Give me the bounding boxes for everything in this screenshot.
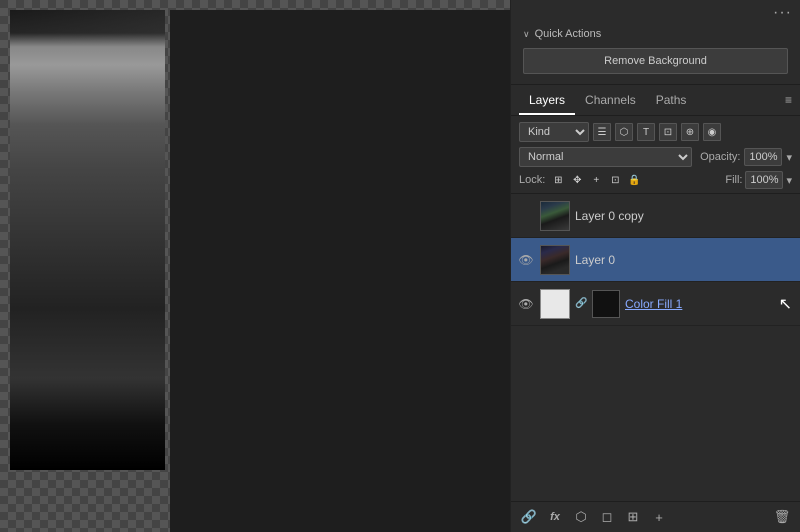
canvas-dark-background <box>170 10 510 532</box>
layer-name-layer0-copy: Layer 0 copy <box>575 209 794 223</box>
layer-visibility-layer0[interactable]: 👁 <box>517 253 535 267</box>
filter-icon-pixel[interactable]: ⬡ <box>615 123 633 141</box>
fill-chevron[interactable]: ▾ <box>786 174 792 187</box>
lock-move-icon[interactable]: ✥ <box>569 172 585 188</box>
canvas-photo <box>10 10 165 470</box>
canvas-area <box>0 0 510 532</box>
layer-item-colorfill1[interactable]: 👁 🔗 Color Fill 1 ↖ <box>511 282 800 326</box>
panel-area: ··· ∨ Quick Actions Remove Background La… <box>510 0 800 532</box>
layer-item-layer0-copy[interactable]: 👁 Layer 0 copy <box>511 194 800 238</box>
fill-label: Fill: <box>725 174 742 186</box>
layer-visibility-colorfill1[interactable]: 👁 <box>517 297 535 311</box>
layers-panel: Layers Channels Paths ≡ Kind ☰ ⬡ T ⊡ ⊕ <box>511 85 800 532</box>
layer-thumbnail-layer0 <box>540 245 570 275</box>
filter-icon-shape[interactable]: ⊡ <box>659 123 677 141</box>
toolbar-adjustment-icon[interactable]: ⬡ <box>571 507 591 527</box>
opacity-value[interactable]: 100% <box>744 148 782 166</box>
filter-icon-type[interactable]: T <box>637 123 655 141</box>
layer-name-layer0: Layer 0 <box>575 253 794 267</box>
tabs-menu-icon[interactable]: ≡ <box>785 93 792 107</box>
layer-mask-colorfill1 <box>592 290 620 318</box>
filter-icon-smart[interactable]: ⊕ <box>681 123 699 141</box>
layer-chain-icon: 🔗 <box>575 298 587 309</box>
quick-actions-title: Quick Actions <box>535 28 602 40</box>
opacity-label: Opacity: <box>700 151 740 163</box>
layers-tabs-row: Layers Channels Paths ≡ <box>511 85 800 116</box>
panel-top-bar: ··· <box>511 0 800 20</box>
opacity-chevron[interactable]: ▾ <box>786 151 792 164</box>
thumb-photo-0copy <box>541 202 569 230</box>
blend-mode-select[interactable]: Normal <box>519 147 692 167</box>
tab-layers[interactable]: Layers <box>519 85 575 115</box>
layers-toolbar: 🔗 fx ⬡ ◻ ⊞ + 🗑 <box>511 501 800 532</box>
layer-thumbnail-colorfill1-white <box>540 289 570 319</box>
toolbar-fx-icon[interactable]: fx <box>545 507 565 527</box>
layer-thumbnail-layer0-copy <box>540 201 570 231</box>
filter-icon-extra[interactable]: ◉ <box>703 123 721 141</box>
photo-content <box>10 10 165 470</box>
blend-row: Normal Opacity: 100% ▾ <box>519 147 792 167</box>
filter-icon-list[interactable]: ☰ <box>593 123 611 141</box>
layer-controls: Kind ☰ ⬡ T ⊡ ⊕ ◉ Normal Opacity: 100% ▾ … <box>511 116 800 194</box>
tab-channels[interactable]: Channels <box>575 85 646 115</box>
tab-paths[interactable]: Paths <box>646 85 697 115</box>
lock-row: Lock: ⊞ ✥ + ⊡ 🔒 Fill: 100% ▾ <box>519 171 792 189</box>
toolbar-mask-icon[interactable]: ◻ <box>597 507 617 527</box>
lock-all-icon[interactable]: 🔒 <box>626 172 642 188</box>
filter-row: Kind ☰ ⬡ T ⊡ ⊕ ◉ <box>519 122 792 142</box>
quick-actions-panel: ∨ Quick Actions Remove Background <box>511 20 800 85</box>
layer-item-layer0[interactable]: 👁 Layer 0 <box>511 238 800 282</box>
layer-list: 👁 Layer 0 copy 👁 Layer 0 👁 🔗 <box>511 194 800 501</box>
thumb-photo-0 <box>541 246 569 274</box>
lock-label: Lock: <box>519 174 545 186</box>
cursor-pointer-icon: ↖ <box>779 294 792 314</box>
layer-name-colorfill1: Color Fill 1 <box>625 297 794 311</box>
toolbar-new-layer-icon[interactable]: + <box>649 507 669 527</box>
lock-checkerboard-icon[interactable]: ⊞ <box>550 172 566 188</box>
fill-value[interactable]: 100% <box>745 171 783 189</box>
filter-kind-select[interactable]: Kind <box>519 122 589 142</box>
collapse-arrow-icon[interactable]: ∨ <box>523 29 530 40</box>
quick-actions-header: ∨ Quick Actions <box>523 28 788 40</box>
lock-artboard-icon[interactable]: + <box>588 172 604 188</box>
lock-position-icon[interactable]: ⊡ <box>607 172 623 188</box>
toolbar-group-icon[interactable]: ⊞ <box>623 507 643 527</box>
panel-menu-dots[interactable]: ··· <box>773 4 792 16</box>
toolbar-link-icon[interactable]: 🔗 <box>519 507 539 527</box>
toolbar-delete-icon[interactable]: 🗑 <box>772 507 792 527</box>
remove-background-button[interactable]: Remove Background <box>523 48 788 74</box>
